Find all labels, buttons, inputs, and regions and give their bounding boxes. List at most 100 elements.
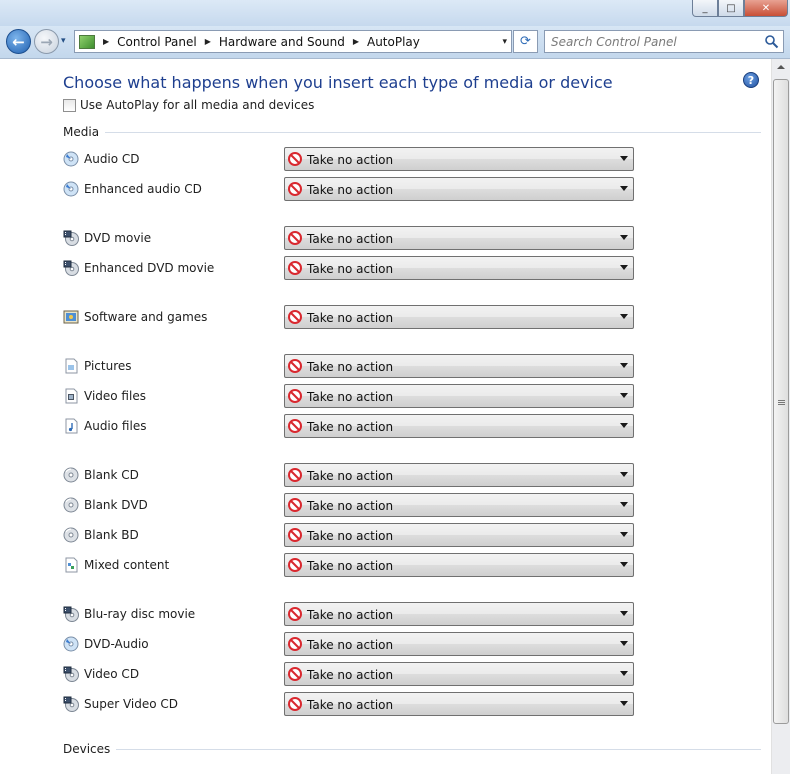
- selected-action-label: Take no action: [307, 638, 394, 652]
- dropdown-arrow-icon: [620, 472, 628, 477]
- media-row: Blu-ray disc movie Take no action: [63, 602, 634, 626]
- selected-action-label: Take no action: [307, 153, 394, 167]
- media-row: Pictures Take no action: [63, 354, 634, 378]
- autoplay-action-select[interactable]: Take no action: [284, 305, 634, 329]
- selected-action-label: Take no action: [307, 469, 394, 483]
- autoplay-action-select[interactable]: Take no action: [284, 147, 634, 171]
- refresh-button[interactable]: ⟳: [513, 30, 538, 53]
- no-action-icon: [288, 182, 302, 196]
- no-action-icon: [288, 607, 302, 621]
- use-autoplay-checkbox[interactable]: [63, 98, 76, 112]
- close-button[interactable]: ✕: [744, 0, 788, 17]
- minimize-button[interactable]: _: [692, 0, 718, 17]
- media-section-header: Media: [63, 125, 761, 139]
- audio-cd-icon: [63, 181, 79, 197]
- autoplay-action-select[interactable]: Take no action: [284, 354, 634, 378]
- media-row: Mixed content Take no action: [63, 553, 634, 577]
- dropdown-arrow-icon: [620, 186, 628, 191]
- dvd-movie-icon: [63, 606, 79, 622]
- dropdown-arrow-icon: [620, 314, 628, 319]
- breadcrumb-hardware-and-sound[interactable]: Hardware and Sound: [219, 35, 345, 49]
- no-action-icon: [288, 359, 302, 373]
- no-action-icon: [288, 261, 302, 275]
- search-icon[interactable]: [764, 34, 779, 49]
- window-controls: _ □ ✕: [692, 0, 788, 17]
- dvd-movie-icon: [63, 230, 79, 246]
- autoplay-action-select[interactable]: Take no action: [284, 384, 634, 408]
- audio-cd-icon: [63, 636, 79, 652]
- title-bar: _ □ ✕: [0, 0, 790, 26]
- no-action-icon: [288, 152, 302, 166]
- media-type-label: Mixed content: [84, 558, 170, 572]
- dropdown-arrow-icon: [620, 393, 628, 398]
- autoplay-action-select[interactable]: Take no action: [284, 632, 634, 656]
- dvd-movie-icon: [63, 666, 79, 682]
- forward-button[interactable]: →: [34, 29, 59, 54]
- dropdown-arrow-icon: [620, 235, 628, 240]
- dropdown-arrow-icon: [620, 701, 628, 706]
- address-dropdown-button[interactable]: ▾: [502, 37, 507, 47]
- pictures-icon: [63, 358, 79, 374]
- dropdown-arrow-icon: [620, 611, 628, 616]
- autoplay-action-select[interactable]: Take no action: [284, 256, 634, 280]
- section-divider: [116, 748, 761, 750]
- autoplay-action-select[interactable]: Take no action: [284, 692, 634, 716]
- search-input[interactable]: [551, 34, 757, 50]
- chevron-right-icon[interactable]: ▶: [205, 37, 211, 46]
- dropdown-arrow-icon: [620, 363, 628, 368]
- search-box[interactable]: [544, 30, 784, 53]
- address-bar[interactable]: ▶ Control Panel ▶ Hardware and Sound ▶ A…: [74, 30, 512, 53]
- autoplay-action-select[interactable]: Take no action: [284, 463, 634, 487]
- dropdown-arrow-icon: [620, 502, 628, 507]
- audio-files-icon: [63, 418, 79, 434]
- media-row: Video CD Take no action: [63, 662, 634, 686]
- navigation-bar: ← → ▾ ▶ Control Panel ▶ Hardware and Sou…: [0, 26, 790, 58]
- selected-action-label: Take no action: [307, 183, 394, 197]
- media-row: Video files Take no action: [63, 384, 634, 408]
- autoplay-action-select[interactable]: Take no action: [284, 553, 634, 577]
- media-row: Software and games Take no action: [63, 305, 634, 329]
- devices-section-header: Devices: [63, 742, 761, 756]
- no-action-icon: [288, 389, 302, 403]
- media-section-label: Media: [63, 125, 100, 139]
- autoplay-action-select[interactable]: Take no action: [284, 602, 634, 626]
- autoplay-action-select[interactable]: Take no action: [284, 414, 634, 438]
- blank-disc-icon: [63, 527, 79, 543]
- vertical-scrollbar[interactable]: [771, 59, 790, 774]
- scroll-thumb[interactable]: [773, 79, 789, 724]
- no-action-icon: [288, 310, 302, 324]
- breadcrumb-autoplay[interactable]: AutoPlay: [367, 35, 420, 49]
- no-action-icon: [288, 231, 302, 245]
- help-icon[interactable]: ?: [743, 72, 759, 88]
- back-button[interactable]: ←: [6, 29, 31, 54]
- media-row: Audio CD Take no action: [63, 147, 634, 171]
- recent-pages-button[interactable]: ▾: [61, 36, 66, 46]
- use-autoplay-option[interactable]: Use AutoPlay for all media and devices: [63, 98, 314, 112]
- mixed-content-icon: [63, 557, 79, 573]
- autoplay-action-select[interactable]: Take no action: [284, 662, 634, 686]
- media-row: Audio files Take no action: [63, 414, 634, 438]
- chevron-right-icon[interactable]: ▶: [103, 37, 109, 46]
- autoplay-action-select[interactable]: Take no action: [284, 226, 634, 250]
- dropdown-arrow-icon: [620, 423, 628, 428]
- media-type-label: Video CD: [84, 667, 140, 681]
- scroll-up-arrow-icon[interactable]: [777, 65, 785, 69]
- autoplay-action-select[interactable]: Take no action: [284, 493, 634, 517]
- media-row: DVD-Audio Take no action: [63, 632, 634, 656]
- selected-action-label: Take no action: [307, 499, 394, 513]
- dropdown-arrow-icon: [620, 532, 628, 537]
- media-type-label: Blu-ray disc movie: [84, 607, 196, 621]
- autoplay-action-select[interactable]: Take no action: [284, 177, 634, 201]
- dropdown-arrow-icon: [620, 671, 628, 676]
- autoplay-action-select[interactable]: Take no action: [284, 523, 634, 547]
- media-type-label: Audio CD: [84, 152, 140, 166]
- no-action-icon: [288, 558, 302, 572]
- chevron-right-icon[interactable]: ▶: [353, 37, 359, 46]
- blank-disc-icon: [63, 497, 79, 513]
- media-type-label: Enhanced DVD movie: [84, 261, 215, 275]
- content-area: Choose what happens when you insert each…: [0, 58, 790, 774]
- page-title: Choose what happens when you insert each…: [63, 73, 613, 92]
- maximize-button[interactable]: □: [718, 0, 744, 17]
- dropdown-arrow-icon: [620, 641, 628, 646]
- breadcrumb-control-panel[interactable]: Control Panel: [117, 35, 197, 49]
